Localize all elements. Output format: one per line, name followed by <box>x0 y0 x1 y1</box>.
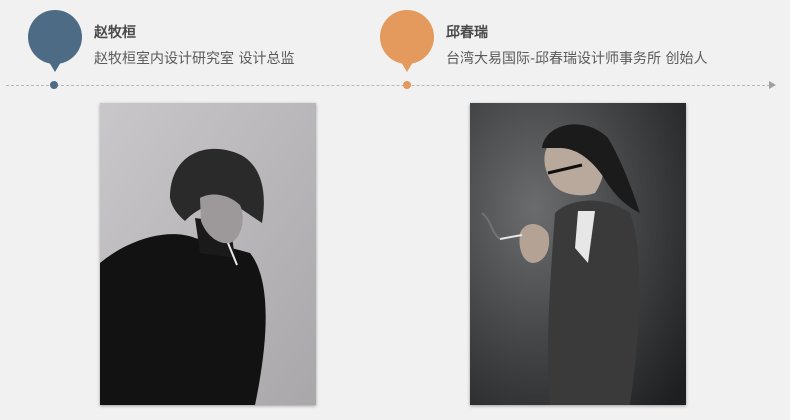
map-pin-icon <box>380 10 434 72</box>
timeline-line <box>6 85 770 86</box>
profile-title: 台湾大易国际-邱春瑞设计师事务所 创始人 <box>446 51 708 67</box>
portrait-image <box>470 103 686 405</box>
profile-name: 赵牧桓 <box>94 25 136 41</box>
timeline-dot <box>403 81 411 89</box>
profile-name: 邱春瑞 <box>446 25 488 41</box>
portrait-photo-1 <box>100 103 316 405</box>
map-pin-icon <box>28 10 82 72</box>
profile-title: 赵牧桓室内设计研究室 设计总监 <box>94 51 295 67</box>
portrait-photo-2 <box>470 103 686 405</box>
timeline-dot <box>50 81 58 89</box>
arrow-right-icon <box>769 81 776 89</box>
portrait-image <box>100 103 316 405</box>
